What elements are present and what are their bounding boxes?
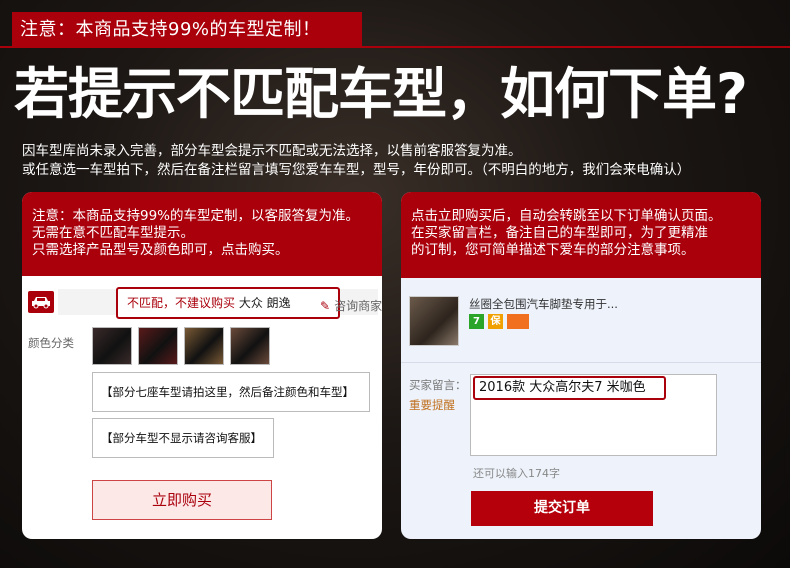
intro-line-1: 因车型库尚未录入完善，部分车型会提示不匹配或无法选择，以售前客服答复为准。 <box>22 143 522 159</box>
product-thumbnail <box>409 296 459 346</box>
consult-label: 咨询商家 <box>334 299 382 313</box>
product-title[interactable]: 丝圈全包围汽车脚垫专用于... <box>469 296 618 312</box>
remaining-chars: 还可以输入174字 <box>473 467 560 480</box>
right-panel: 点击立即购买后，自动会转跳至以下订单确认页面。 在买家留言栏，备注自己的车型即可… <box>401 192 761 539</box>
credit-card-icon <box>507 314 529 329</box>
seven-day-return-icon: 7 <box>469 314 484 329</box>
notice-bar: 注意：本商品支持99%的车型定制！ <box>12 12 362 48</box>
car-model-row: 不匹配，不建议购买 大众 朗逸 ✎咨询商家1 <box>22 286 382 320</box>
buyer-message-value[interactable]: 2016款 大众高尔夫7 米咖色 <box>473 376 666 400</box>
important-reminder-link[interactable]: 重要提醒 <box>409 397 455 413</box>
color-swatch-2[interactable] <box>138 327 178 365</box>
headline: 若提示不匹配车型，如何下单? <box>14 62 748 126</box>
pencil-icon: ✎ <box>320 299 331 313</box>
right-head-line-1: 点击立即购买后，自动会转跳至以下订单确认页面。 <box>411 208 722 224</box>
car-model-select[interactable]: 不匹配，不建议购买 大众 朗逸 <box>116 287 340 319</box>
left-panel-header: 注意：本商品支持99%的车型定制，以客服答复为准。 无需在意不匹配车型提示。 只… <box>22 192 382 276</box>
red-divider <box>0 46 790 48</box>
intro-line-2: 或任意选一车型拍下，然后在备注栏留言填写您爱车车型，型号，年份即可。（不明白的地… <box>22 162 691 178</box>
submit-order-button[interactable]: 提交订单 <box>471 491 653 526</box>
color-category-label: 颜色分类 <box>28 336 74 350</box>
left-head-line-2: 无需在意不匹配车型提示。 <box>32 225 194 241</box>
color-swatch-4[interactable] <box>230 327 270 365</box>
intro-text: 因车型库尚未录入完善，部分车型会提示不匹配或无法选择，以售前客服答复为准。 或任… <box>22 142 782 180</box>
consult-seller-link[interactable]: ✎咨询商家1 <box>320 297 382 314</box>
section-divider <box>401 362 761 363</box>
left-head-line-3: 只需选择产品型号及颜色即可，点击购买。 <box>32 242 289 258</box>
left-panel: 注意：本商品支持99%的车型定制，以客服答复为准。 无需在意不匹配车型提示。 只… <box>22 192 382 539</box>
buy-now-button[interactable]: 立即购买 <box>92 480 272 520</box>
not-shown-option[interactable]: 【部分车型不显示请咨询客服】 <box>92 418 274 458</box>
right-head-line-2: 在买家留言栏，备注自己的车型即可，为了更精准 <box>411 225 708 241</box>
car-select-bar[interactable]: 不匹配，不建议购买 大众 朗逸 ✎咨询商家1 <box>58 287 382 319</box>
buyer-message-label: 买家留言： <box>409 378 467 392</box>
left-head-line-1: 注意：本商品支持99%的车型定制，以客服答复为准。 <box>32 208 360 224</box>
mismatch-warning: 不匹配，不建议购买 <box>127 296 236 310</box>
product-summary: 丝圈全包围汽车脚垫专用于... 7 保 <box>401 288 761 360</box>
right-head-line-3: 的订制，您可简单描述下爱车的部分注意事项。 <box>411 242 695 258</box>
car-model-value: 大众 朗逸 <box>238 296 291 310</box>
color-swatch-1[interactable] <box>92 327 132 365</box>
color-swatch-3[interactable] <box>184 327 224 365</box>
seven-seat-option[interactable]: 【部分七座车型请拍这里，然后备注颜色和车型】 <box>92 372 370 412</box>
right-panel-header: 点击立即购买后，自动会转跳至以下订单确认页面。 在买家留言栏，备注自己的车型即可… <box>401 192 761 278</box>
guarantee-icon: 保 <box>488 314 503 329</box>
car-icon <box>28 291 54 313</box>
